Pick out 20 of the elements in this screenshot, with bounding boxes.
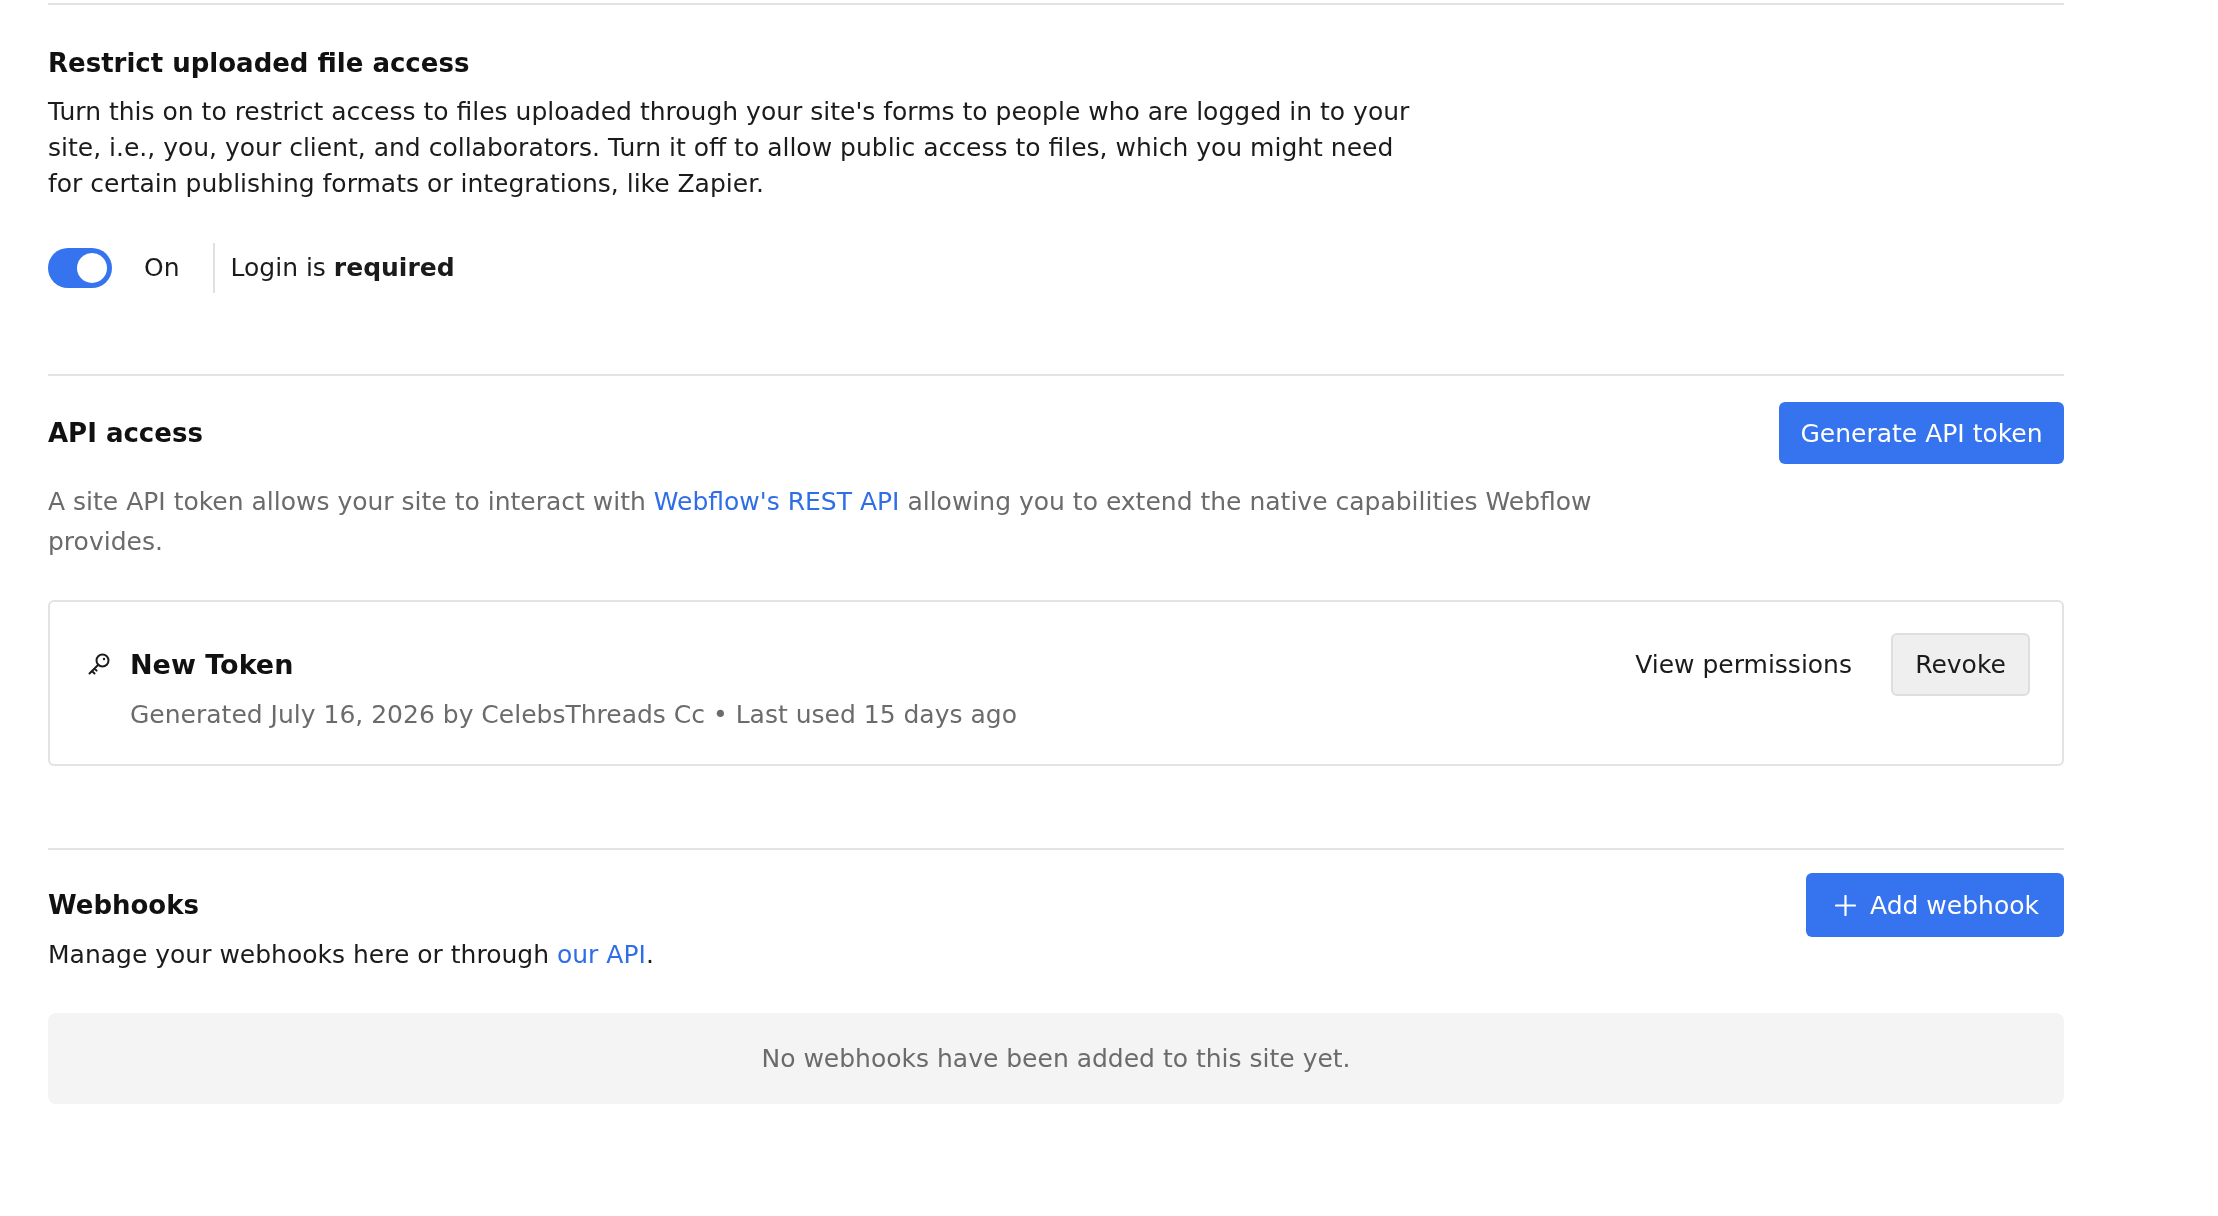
view-permissions-button[interactable]: View permissions — [1635, 647, 1852, 682]
token-name: New Token — [130, 647, 294, 682]
key-icon — [88, 652, 110, 677]
empty-state-text: No webhooks have been added to this site yet. — [761, 1043, 1351, 1075]
section-heading: API access — [48, 417, 203, 450]
add-webhook-button[interactable]: Add webhook — [1806, 873, 2064, 937]
toggle-switch[interactable] — [48, 248, 112, 288]
section-heading: Webhooks — [48, 889, 199, 922]
toggle-label: On — [144, 252, 180, 284]
section-description: Manage your webhooks here or through our API. — [48, 939, 654, 971]
plus-icon — [1835, 894, 1856, 916]
token-details: Generated July 16, 2026 by CelebsThreads Cc • Last used 15 days ago — [130, 699, 1017, 731]
status-text: Login is required — [230, 252, 455, 284]
revoke-button[interactable]: Revoke — [1891, 633, 2030, 696]
api-link[interactable]: our API — [557, 940, 646, 969]
generate-token-button[interactable]: Generate API token — [1779, 402, 2064, 464]
section-heading: Restrict uploaded file access — [48, 47, 470, 80]
section-description: Turn this on to restrict access to files uploaded through your site's forms to people who are logged in to your site, i.e., you, your client, and collaborators. Turn it off to allow public access to files, which you might need for certain publishing formats or integrations, like Zapier. — [48, 96, 1411, 200]
section-description: A site API token allows your site to interact with Webflow's REST API allowing you to extend the native capabilities Webflow provides. — [48, 486, 1593, 558]
rest-api-link[interactable]: Webflow's REST API — [653, 487, 900, 516]
